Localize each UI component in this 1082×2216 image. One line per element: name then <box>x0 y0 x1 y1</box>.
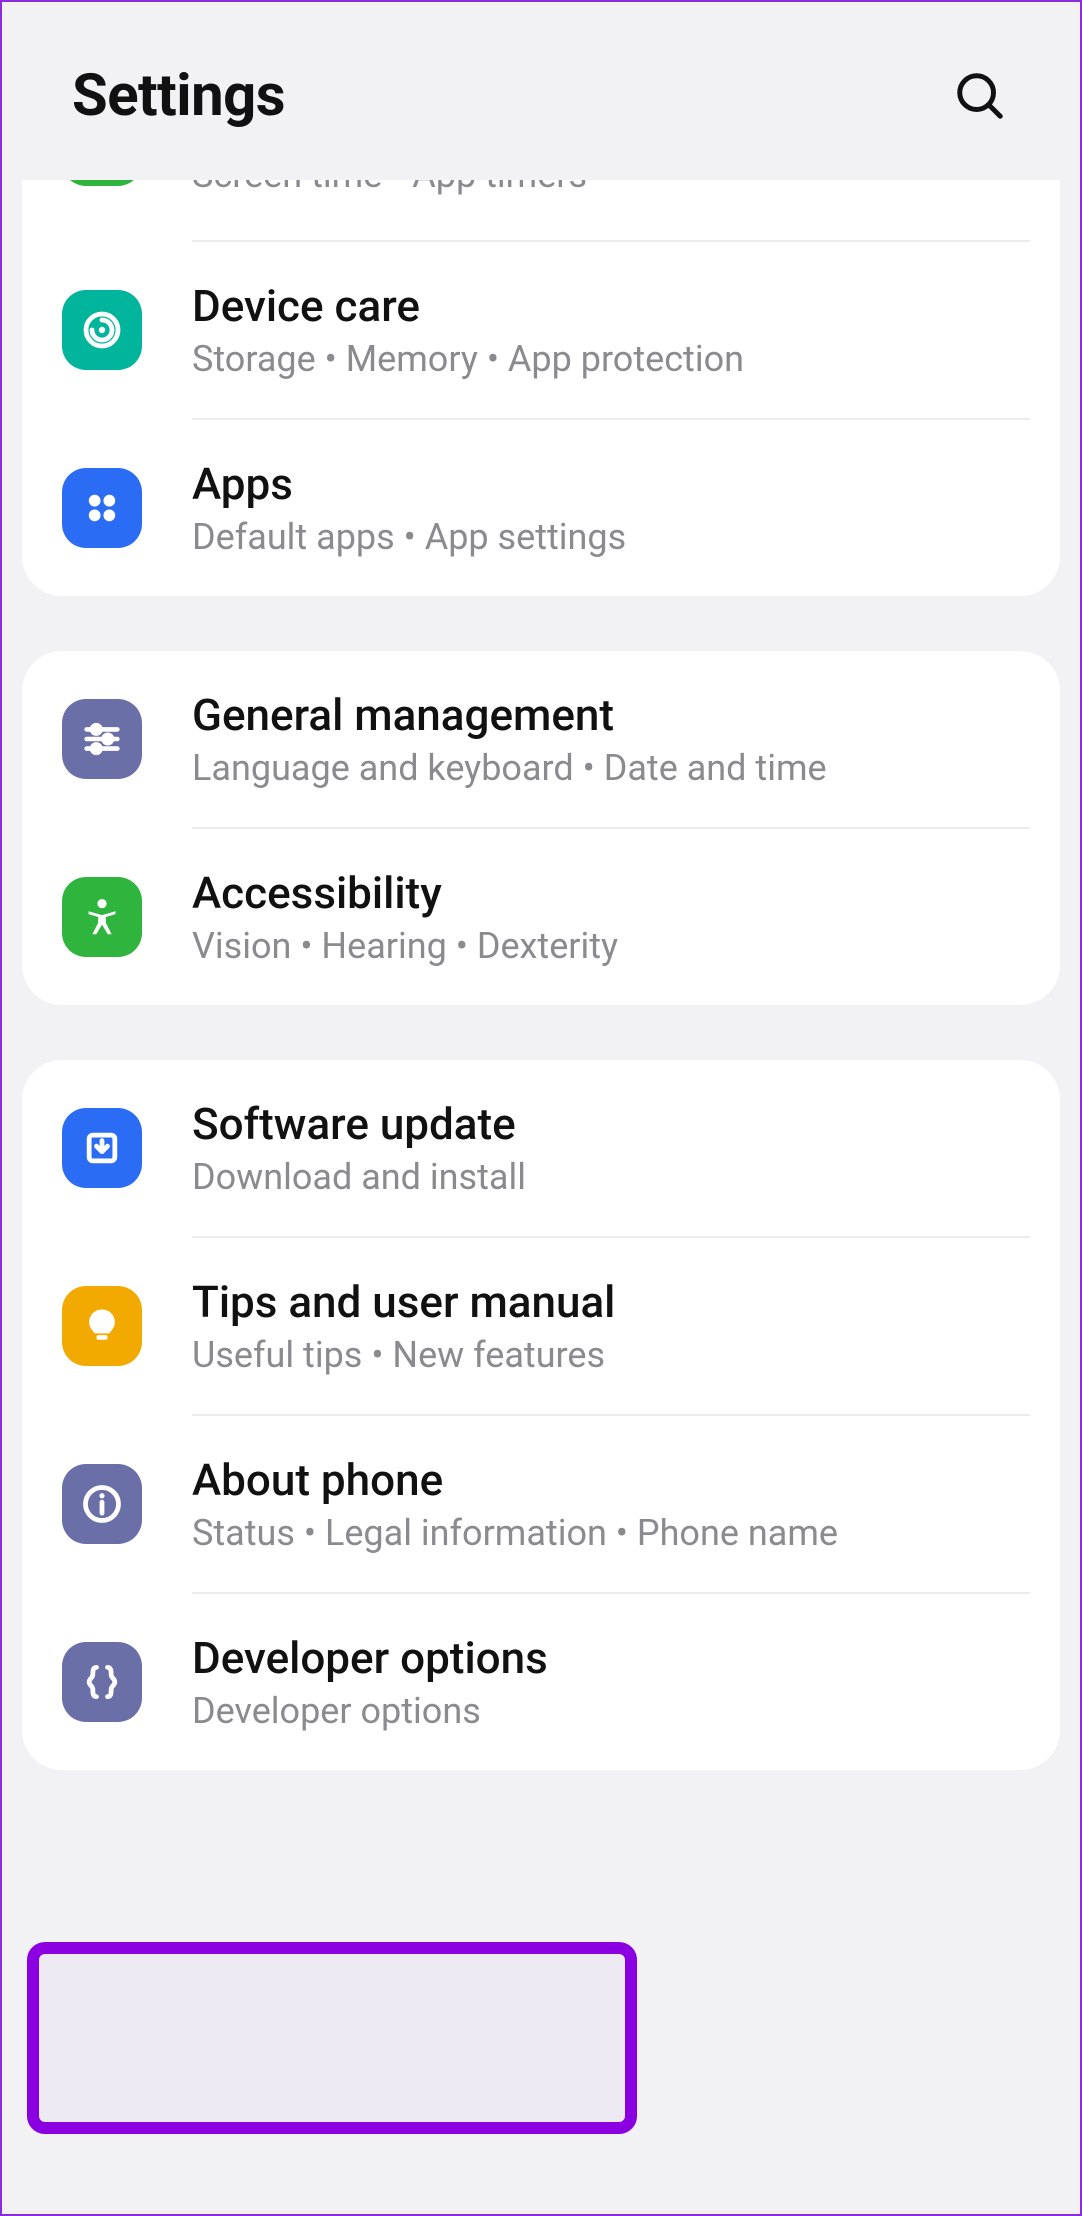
row-title: Apps <box>192 458 1020 510</box>
settings-group: Software update Download and install Tip… <box>22 1060 1060 1770</box>
row-text: Software update Download and install <box>192 1098 1020 1198</box>
settings-row-developer-options[interactable]: Developer options Developer options <box>22 1594 1060 1770</box>
braces-icon <box>62 1642 142 1722</box>
row-text: Developer options Developer options <box>192 1632 1020 1732</box>
page-title: Settings <box>72 62 285 130</box>
row-text: About phone Status • Legal information •… <box>192 1454 1020 1554</box>
row-subtitle: Screen time • App timers <box>192 180 1020 196</box>
row-title: Software update <box>192 1098 1020 1150</box>
download-icon <box>62 1108 142 1188</box>
row-text: General management Language and keyboard… <box>192 689 1020 789</box>
row-text: Device care Storage • Memory • App prote… <box>192 280 1020 380</box>
device-care-icon <box>62 290 142 370</box>
row-title: Developer options <box>192 1632 1020 1684</box>
row-text: Tips and user manual Useful tips • New f… <box>192 1276 1020 1376</box>
row-title: About phone <box>192 1454 1020 1506</box>
sliders-icon <box>62 699 142 779</box>
settings-row-general-management[interactable]: General management Language and keyboard… <box>22 651 1060 827</box>
row-subtitle: Language and keyboard • Date and time <box>192 747 1020 789</box>
apps-icon <box>62 468 142 548</box>
row-title: Tips and user manual <box>192 1276 1020 1328</box>
settings-row-software-update[interactable]: Software update Download and install <box>22 1060 1060 1236</box>
row-title: General management <box>192 689 1020 741</box>
row-text: Apps Default apps • App settings <box>192 458 1020 558</box>
row-subtitle: Developer options <box>192 1690 1020 1732</box>
row-title: Device care <box>192 280 1020 332</box>
settings-row-controls[interactable]: controls Screen time • App timers <box>22 180 1060 240</box>
settings-row-apps[interactable]: Apps Default apps • App settings <box>22 420 1060 596</box>
search-icon <box>953 69 1007 123</box>
settings-group: controls Screen time • App timers Device… <box>22 180 1060 596</box>
row-subtitle: Storage • Memory • App protection <box>192 338 1020 380</box>
settings-group: General management Language and keyboard… <box>22 651 1060 1005</box>
row-subtitle: Status • Legal information • Phone name <box>192 1512 1020 1554</box>
row-subtitle: Vision • Hearing • Dexterity <box>192 925 1020 967</box>
header: Settings <box>2 2 1080 180</box>
row-title: Accessibility <box>192 867 1020 919</box>
row-text: Accessibility Vision • Hearing • Dexteri… <box>192 867 1020 967</box>
info-icon <box>62 1464 142 1544</box>
settings-row-tips[interactable]: Tips and user manual Useful tips • New f… <box>22 1238 1060 1414</box>
accessibility-icon <box>62 877 142 957</box>
row-subtitle: Useful tips • New features <box>192 1334 1020 1376</box>
lightbulb-icon <box>62 1286 142 1366</box>
settings-row-device-care[interactable]: Device care Storage • Memory • App prote… <box>22 242 1060 418</box>
search-button[interactable] <box>950 66 1010 126</box>
settings-row-about-phone[interactable]: About phone Status • Legal information •… <box>22 1416 1060 1592</box>
highlight-annotation <box>27 1942 637 2134</box>
row-subtitle: Download and install <box>192 1156 1020 1198</box>
settings-row-accessibility[interactable]: Accessibility Vision • Hearing • Dexteri… <box>22 829 1060 1005</box>
row-text: controls Screen time • App timers <box>192 180 1020 196</box>
row-subtitle: Default apps • App settings <box>192 516 1020 558</box>
controls-icon <box>62 180 142 186</box>
